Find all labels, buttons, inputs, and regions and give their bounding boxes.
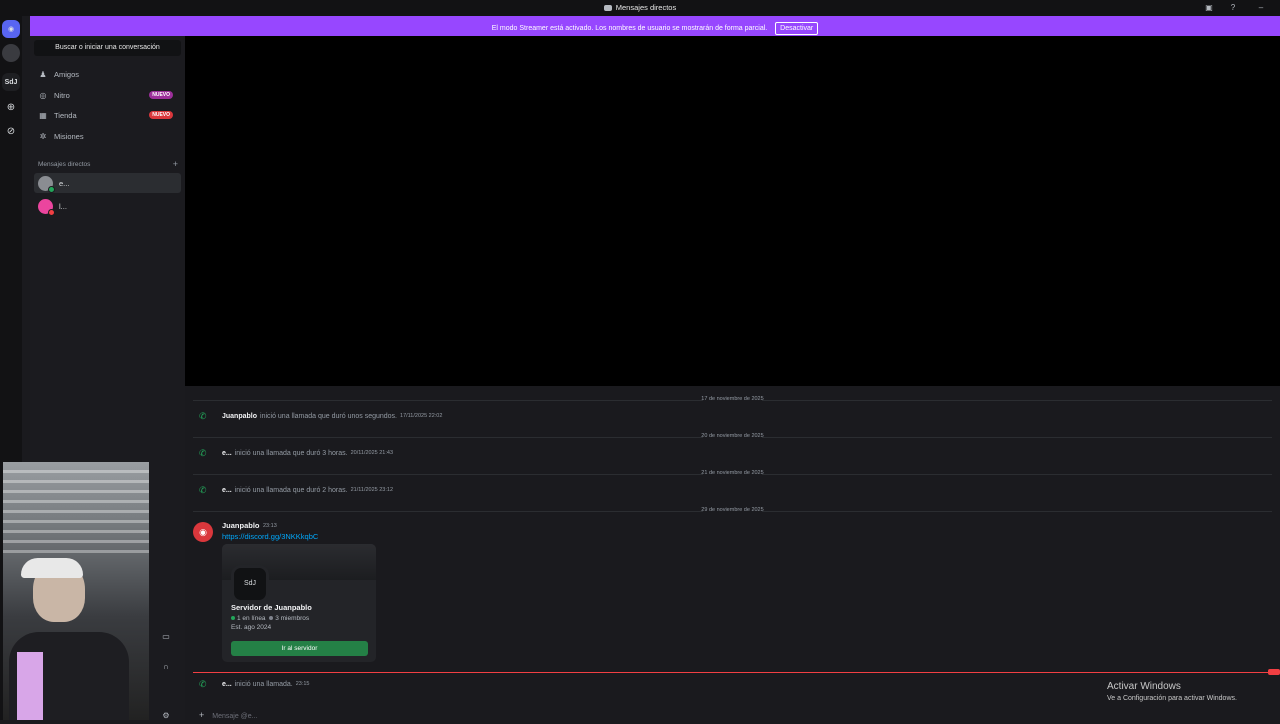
server-stats: 1 en línea 3 miembros bbox=[231, 615, 309, 622]
discord-home-icon[interactable]: ◉ bbox=[2, 20, 20, 38]
call-author[interactable]: Juanpablo bbox=[222, 413, 257, 420]
timestamp: 17/11/2025 22:02 bbox=[400, 413, 443, 419]
phone-icon: ✆ bbox=[199, 678, 207, 689]
new-messages-divider bbox=[193, 672, 1280, 673]
nitro-icon: ◎ bbox=[39, 90, 47, 100]
new-messages-tag bbox=[1268, 669, 1280, 675]
dm-item[interactable]: e... bbox=[34, 173, 181, 193]
date-divider: 17 de noviembre de 2025 bbox=[185, 396, 1280, 402]
phone-icon: ✆ bbox=[199, 484, 207, 495]
deactivate-button[interactable]: Desactivar bbox=[775, 22, 819, 35]
online-count: 1 en línea bbox=[237, 615, 266, 622]
message-composer[interactable]: + Mensaje @e... bbox=[193, 710, 1273, 724]
phone-icon: ✆ bbox=[199, 410, 207, 421]
server-icon-sdj[interactable]: SdJ bbox=[2, 73, 20, 91]
call-video-area bbox=[185, 36, 1280, 386]
settings-icon[interactable]: ⚙ bbox=[160, 711, 172, 723]
friends-icon: ♟ bbox=[39, 69, 47, 79]
call-text: inició una llamada que duró unos segundo… bbox=[260, 412, 398, 420]
call-author[interactable]: e... bbox=[222, 450, 232, 457]
timestamp: 21/11/2025 23:12 bbox=[350, 487, 394, 493]
chat-icon bbox=[603, 5, 612, 11]
timestamp: 20/11/2025 21:43 bbox=[350, 450, 394, 456]
timestamp: 23:15 bbox=[295, 681, 310, 687]
call-log-row: ✆ e... inició una llamada. 23:15 bbox=[199, 678, 309, 690]
date-divider: 20 de noviembre de 2025 bbox=[185, 433, 1280, 439]
nav-label: Nitro bbox=[54, 90, 70, 100]
call-text: inició una llamada. bbox=[234, 680, 293, 688]
call-text: inició una llamada que duró 2 horas. bbox=[234, 486, 348, 494]
person-cap bbox=[21, 558, 83, 578]
screen-share-icon[interactable]: ▭ bbox=[160, 632, 172, 644]
watermark-subtitle: Ve a Configuración para activar Windows. bbox=[1107, 695, 1237, 702]
nav-label: Tienda bbox=[54, 110, 77, 120]
webcam-overlay bbox=[3, 462, 149, 720]
date-divider: 21 de noviembre de 2025 bbox=[185, 470, 1280, 476]
new-badge: NUEVO bbox=[149, 91, 173, 99]
message-timestamp: 23:13 bbox=[263, 523, 277, 529]
create-dm-icon[interactable]: + bbox=[173, 159, 178, 169]
help-icon[interactable]: ? bbox=[1228, 3, 1238, 13]
call-log-row: ✆ Juanpablo inició una llamada que duró … bbox=[199, 410, 442, 422]
call-author[interactable]: e... bbox=[222, 487, 232, 494]
person-shirt bbox=[17, 652, 43, 720]
phone-icon: ✆ bbox=[199, 447, 207, 458]
date-divider: 29 de noviembre de 2025 bbox=[185, 507, 1280, 513]
invite-link[interactable]: https://discord.gg/3NKKkqbC bbox=[222, 532, 318, 541]
call-log-row: ✆ e... inició una llamada que duró 2 hor… bbox=[199, 484, 393, 496]
server-icon: SdJ bbox=[231, 565, 269, 603]
composer-placeholder: Mensaje @e... bbox=[212, 713, 258, 720]
banner-text: El modo Streamer está activado. Los nomb… bbox=[491, 25, 768, 32]
nav-nitro[interactable]: ◎ Nitro NUEVO bbox=[34, 86, 181, 104]
status-online-icon bbox=[48, 185, 55, 193]
call-author[interactable]: e... bbox=[222, 681, 232, 688]
title-bar: Mensajes directos ▣ ? – bbox=[0, 0, 1280, 16]
inbox-icon[interactable]: ▣ bbox=[1204, 3, 1214, 13]
member-count: 3 miembros bbox=[275, 615, 310, 622]
watermark-title: Activar Windows bbox=[1107, 681, 1181, 692]
dm-name: l... bbox=[59, 201, 67, 211]
search-button[interactable]: Buscar o iniciar una conversación bbox=[34, 40, 181, 56]
headset-icon[interactable]: ∩ bbox=[160, 662, 172, 674]
upload-plus-icon[interactable]: + bbox=[199, 710, 204, 720]
dm-item[interactable]: l... bbox=[34, 196, 181, 216]
dm-header: Mensajes directos + bbox=[38, 159, 178, 169]
nav-friends[interactable]: ♟ Amigos bbox=[34, 65, 181, 83]
call-text: inició una llamada que duró 3 horas. bbox=[234, 449, 348, 457]
online-dot-icon bbox=[231, 616, 235, 620]
nav-quests[interactable]: ✲ Misiones bbox=[34, 127, 181, 145]
new-badge: NUEVO bbox=[149, 111, 173, 119]
windows-activation-watermark: Activar Windows Ve a Configuración para … bbox=[1107, 681, 1237, 702]
message-author[interactable]: Juanpablo bbox=[222, 521, 260, 530]
avatar bbox=[38, 175, 55, 193]
dm-name: e... bbox=[59, 178, 70, 188]
streamer-mode-banner: El modo Streamer está activado. Los nomb… bbox=[30, 16, 1280, 36]
user-avatar[interactable] bbox=[2, 44, 20, 62]
add-server-icon[interactable]: ⊕ bbox=[2, 98, 20, 116]
server-name: Servidor de Juanpablo bbox=[231, 603, 312, 612]
members-dot-icon bbox=[269, 616, 274, 620]
explore-icon[interactable]: ⊘ bbox=[2, 122, 20, 140]
nav-label: Amigos bbox=[54, 69, 80, 79]
shop-icon: ▦ bbox=[39, 110, 47, 120]
status-dnd-icon bbox=[48, 208, 55, 216]
server-established: Est. ago 2024 bbox=[231, 624, 272, 631]
go-to-server-button[interactable]: Ir al servidor bbox=[231, 641, 368, 656]
chat-area: 17 de noviembre de 2025 ✆ Juanpablo inic… bbox=[185, 386, 1280, 720]
avatar bbox=[38, 198, 55, 216]
window-title: Mensajes directos bbox=[0, 3, 1280, 12]
server-invite-card: SdJ Servidor de Juanpablo 1 en línea 3 m… bbox=[222, 544, 376, 662]
call-log-row: ✆ e... inició una llamada que duró 3 hor… bbox=[199, 447, 393, 459]
quests-icon: ✲ bbox=[39, 131, 47, 141]
window-title-text: Mensajes directos bbox=[615, 3, 677, 12]
avatar[interactable]: ◉ bbox=[193, 522, 213, 542]
nav-label: Misiones bbox=[54, 131, 84, 141]
minimize-button[interactable]: – bbox=[1256, 3, 1266, 13]
nav-shop[interactable]: ▦ Tienda NUEVO bbox=[34, 106, 181, 124]
dm-header-label: Mensajes directos bbox=[38, 161, 91, 168]
